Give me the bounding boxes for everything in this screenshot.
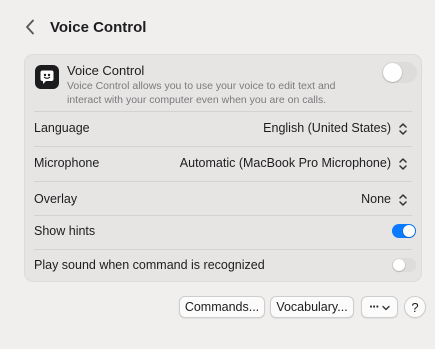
more-dots: ··· bbox=[369, 300, 379, 314]
voice-control-section: Voice Control Voice Control allows you t… bbox=[25, 55, 421, 111]
toggle-knob bbox=[383, 63, 402, 82]
show-hints-toggle[interactable] bbox=[392, 224, 416, 238]
language-value[interactable]: English (United States) bbox=[263, 121, 391, 135]
microphone-value[interactable]: Automatic (MacBook Pro Microphone) bbox=[180, 156, 391, 170]
overlay-label: Overlay bbox=[34, 192, 78, 206]
voice-control-title: Voice Control bbox=[67, 63, 145, 78]
microphone-label: Microphone bbox=[34, 156, 100, 170]
voice-control-description: Voice Control allows you to use your voi… bbox=[67, 80, 336, 106]
microphone-row[interactable]: Microphone Automatic (MacBook Pro Microp… bbox=[25, 147, 421, 180]
header: Voice Control bbox=[0, 0, 435, 56]
voice-control-toggle[interactable] bbox=[382, 62, 417, 83]
commands-button[interactable]: Commands... bbox=[179, 296, 265, 318]
chevron-down-icon bbox=[382, 300, 390, 314]
overlay-row[interactable]: Overlay None bbox=[25, 182, 421, 215]
play-sound-row: Play sound when command is recognized bbox=[25, 250, 421, 282]
updown-chevron-icon[interactable] bbox=[397, 156, 409, 172]
play-sound-toggle[interactable] bbox=[392, 258, 416, 272]
show-hints-row: Show hints bbox=[25, 216, 421, 249]
updown-chevron-icon[interactable] bbox=[397, 192, 409, 208]
vocabulary-button[interactable]: Vocabulary... bbox=[270, 296, 354, 318]
language-row[interactable]: Language English (United States) bbox=[25, 112, 421, 145]
updown-chevron-icon[interactable] bbox=[397, 121, 409, 137]
language-label: Language bbox=[34, 121, 90, 135]
toggle-knob bbox=[403, 225, 415, 237]
more-menu-button[interactable]: ··· bbox=[361, 296, 398, 318]
show-hints-label: Show hints bbox=[34, 224, 96, 238]
voice-control-app-icon bbox=[35, 65, 59, 89]
help-button[interactable]: ? bbox=[404, 296, 426, 318]
page-title: Voice Control bbox=[50, 19, 147, 36]
overlay-value[interactable]: None bbox=[361, 192, 391, 206]
toggle-knob bbox=[393, 259, 405, 271]
chevron-left-icon[interactable] bbox=[22, 17, 38, 37]
settings-card: Voice Control Voice Control allows you t… bbox=[24, 54, 422, 282]
play-sound-label: Play sound when command is recognized bbox=[34, 258, 265, 272]
